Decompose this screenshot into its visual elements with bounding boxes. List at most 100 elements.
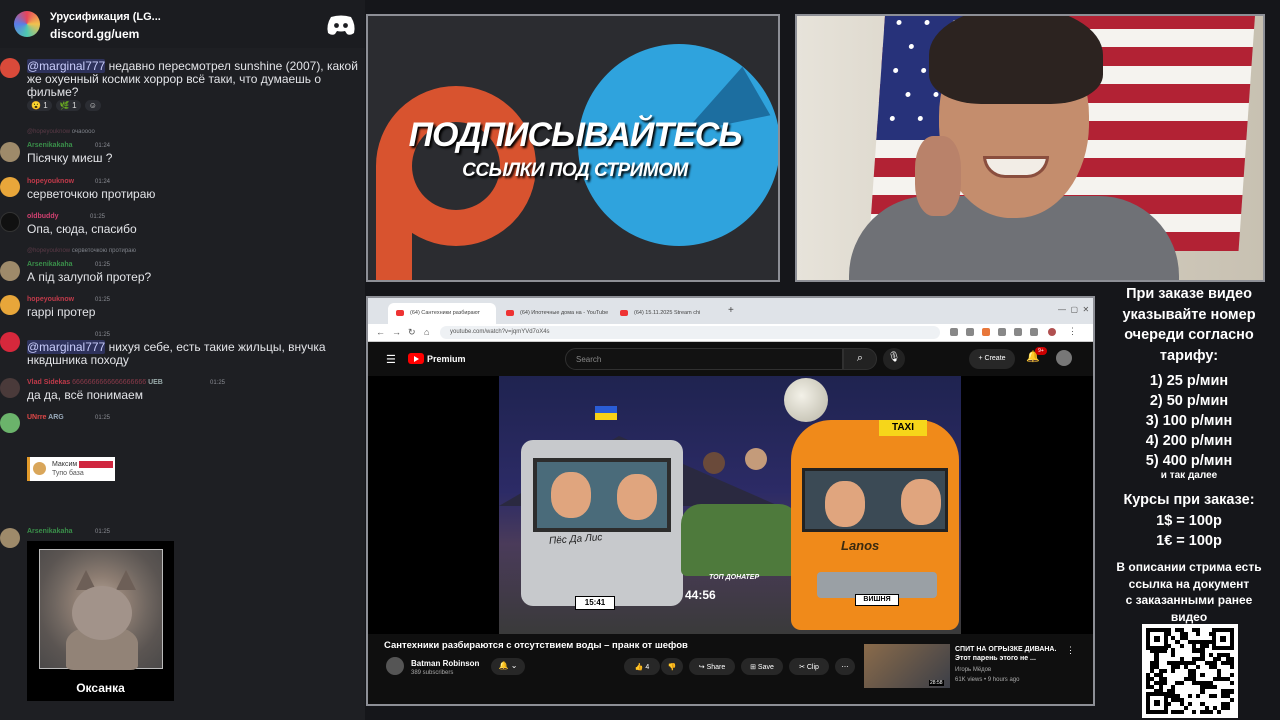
home-icon[interactable]: ⌂: [424, 327, 429, 337]
avatar: [0, 142, 20, 162]
avatar: [0, 261, 20, 281]
user-mention[interactable]: @marginal777: [27, 59, 106, 73]
browser-tab[interactable]: (64) Ипотечные дома на - YouTube: [498, 303, 610, 324]
reaction-chip[interactable]: 🌿 1: [55, 100, 81, 111]
tariff-item: 5) 400 р/мин: [1145, 453, 1233, 469]
browser-tab[interactable]: (64) 15.11.2025 Stream chi: [612, 303, 724, 324]
server-icon[interactable]: [14, 11, 40, 37]
youtube-premium-label[interactable]: Premium: [427, 354, 466, 364]
subscription-bell-button[interactable]: 🔔 ⌄: [491, 658, 525, 675]
youtube-page: ☰ Premium Search ⌕ 🎙 + Create 🔔 9+ Пёс Д…: [368, 342, 1093, 704]
embed-avatar: [33, 462, 46, 475]
message-text: Пісячку миєш ?: [27, 151, 113, 165]
video-frame: Пёс Да Лис TAXI Lanos 15:41 ВИШНЯ ТОП ДО…: [499, 376, 961, 634]
image-attachment[interactable]: Оксанка: [27, 541, 174, 701]
clip-button[interactable]: ✂ Clip: [789, 658, 829, 675]
new-tab-icon[interactable]: +: [728, 305, 734, 316]
extension-icon[interactable]: [950, 328, 958, 336]
timestamp: 01:25: [95, 297, 111, 303]
message-text: @marginal777 недавно пересмотрел sunshin…: [27, 59, 358, 99]
extension-icon[interactable]: [982, 328, 990, 336]
related-more-icon[interactable]: ⋮: [1066, 645, 1075, 656]
server-name: Урусификация (LG...: [50, 11, 161, 23]
extension-icon[interactable]: [1030, 328, 1038, 336]
dislike-button[interactable]: 👎: [661, 658, 683, 675]
green-car: [681, 504, 799, 576]
related-video-title[interactable]: СПИТ НА ОГРЫЗКЕ ДИВАНА. Этот парень этог…: [955, 645, 1065, 663]
reply-preview[interactable]: @hopeyouknow серветочкою протираю: [27, 248, 136, 254]
browser-tab[interactable]: (64) Сантехники разбирают: [388, 303, 496, 324]
message-text: да да, всё понимаем: [27, 388, 143, 402]
account-avatar[interactable]: [1056, 350, 1072, 366]
username[interactable]: Arsenikakaha: [27, 261, 73, 268]
search-input[interactable]: Search: [565, 348, 843, 370]
create-button[interactable]: + Create: [969, 349, 1015, 369]
avatar: [0, 212, 20, 232]
username[interactable]: Arsenikakaha: [27, 142, 73, 149]
forward-icon[interactable]: →: [392, 327, 401, 337]
tab-bar: (64) Сантехники разбирают (64) Ипотечные…: [368, 298, 1093, 324]
tariff-item: 1) 25 р/мин: [1149, 373, 1229, 389]
streamer-hand: [915, 136, 961, 216]
image-caption: Оксанка: [76, 681, 125, 695]
qr-code[interactable]: [1142, 624, 1238, 718]
taxi-label: Lanos: [841, 538, 880, 553]
video-player[interactable]: Пёс Да Лис TAXI Lanos 15:41 ВИШНЯ ТОП ДО…: [368, 376, 1093, 634]
channel-name[interactable]: Batman Robinson: [411, 659, 479, 668]
message-embed[interactable]: Максим Тупо база: [27, 457, 115, 481]
tariff-item: 4) 200 р/мин: [1145, 433, 1233, 449]
timestamp: 01:25: [95, 262, 111, 268]
more-actions-button[interactable]: ⋯: [835, 658, 855, 675]
description-note: В описании стрима есть ссылка на докумен…: [1116, 560, 1262, 624]
add-reaction-icon[interactable]: ☺: [84, 100, 101, 111]
reply-preview[interactable]: @hopeyouknow очаоооо: [27, 129, 95, 135]
truck-window: [533, 458, 671, 532]
related-video-channel[interactable]: Игорь Мёдов: [955, 667, 991, 673]
username[interactable]: Vlad Sidekas 6666666666666666666 UEB: [27, 379, 163, 386]
profile-icon[interactable]: [1048, 328, 1056, 336]
patreon-stem: [376, 166, 412, 280]
invite-link[interactable]: discord.gg/uem: [50, 27, 139, 41]
timestamp: 01:25: [90, 214, 106, 220]
channel-avatar[interactable]: [386, 657, 404, 675]
url-field[interactable]: youtube.com/watch?v=jqmYVd7oX4s: [440, 326, 940, 339]
like-button[interactable]: 👍 4: [624, 658, 660, 675]
plate-left: 15:41: [575, 596, 615, 610]
username[interactable]: hopeyouknow: [27, 178, 74, 185]
extension-icon[interactable]: [966, 328, 974, 336]
avatar: [0, 378, 20, 398]
username[interactable]: oldbuddy: [27, 213, 59, 220]
notification-count: 9+: [1035, 347, 1047, 355]
username[interactable]: Arsenikakaha: [27, 528, 73, 535]
back-icon[interactable]: ←: [376, 327, 385, 337]
top-donor-label: ТОП ДОНАТЕР: [709, 574, 760, 581]
subscriber-count: 389 subscribers: [411, 670, 454, 676]
extension-icon[interactable]: [998, 328, 1006, 336]
order-intro: При заказе видео указывайте номер очеред…: [1122, 286, 1256, 364]
discord-chat-panel: Урусификация (LG... discord.gg/uem @marg…: [0, 0, 365, 720]
hamburger-menu-icon[interactable]: ☰: [386, 353, 396, 366]
youtube-logo-icon[interactable]: [408, 353, 424, 364]
browser-window: (64) Сантехники разбирают (64) Ипотечные…: [366, 296, 1095, 706]
search-icon[interactable]: ⌕: [843, 348, 877, 370]
window-controls[interactable]: — ▢ ✕: [1058, 305, 1089, 314]
related-video-meta: 61K views • 9 hours ago: [955, 677, 1020, 683]
message-text: @marginal777 нихуя себе, есть такие жиль…: [27, 340, 326, 367]
avatar: [0, 58, 20, 78]
embed-author: Максим: [52, 461, 78, 468]
username[interactable]: hopeyouknow: [27, 296, 74, 303]
reload-icon[interactable]: ↻: [408, 327, 416, 338]
save-button[interactable]: ⊞ Save: [741, 658, 783, 675]
user-mention[interactable]: @marginal777: [27, 340, 106, 354]
share-button[interactable]: ↪ Share: [689, 658, 735, 675]
related-video-duration: 28:58: [929, 680, 944, 686]
mic-icon[interactable]: 🎙: [883, 348, 905, 370]
address-bar: ← → ↻ ⌂ youtube.com/watch?v=jqmYVd7oX4s …: [368, 324, 1093, 342]
reaction-chip[interactable]: 😮 1: [27, 100, 52, 111]
order-info-panel: При заказе видео указывайте номер очеред…: [1098, 282, 1280, 720]
characters-group: [689, 446, 779, 508]
courses-title: Курсы при заказе:: [1123, 492, 1255, 508]
username[interactable]: UNrre ARG: [27, 414, 64, 421]
menu-dots-icon[interactable]: ⋮: [1068, 326, 1077, 337]
extension-icon[interactable]: [1014, 328, 1022, 336]
